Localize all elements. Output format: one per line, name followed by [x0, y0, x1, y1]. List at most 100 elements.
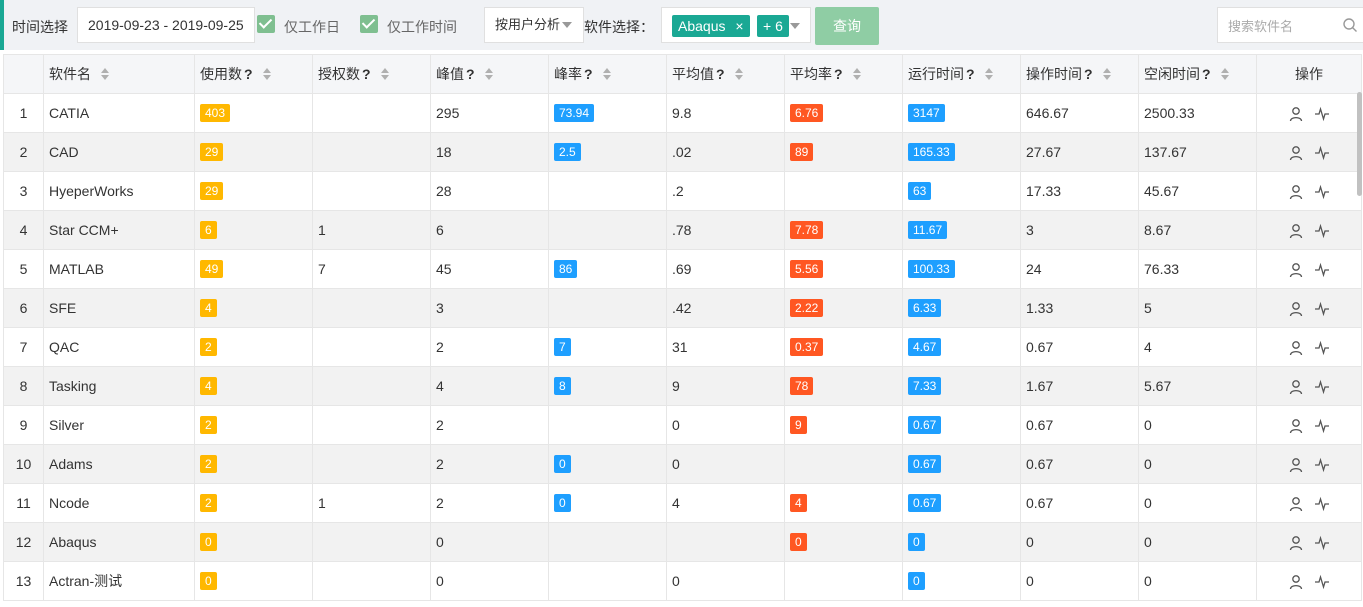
date-range-input[interactable]: 2019-09-23 - 2019-09-25 [77, 7, 255, 43]
col-label: 平均值 [672, 66, 714, 82]
help-icon[interactable]: ? [584, 66, 593, 82]
sort-icon[interactable] [734, 68, 743, 80]
pulse-chart-icon[interactable] [1314, 574, 1330, 590]
pulse-chart-icon[interactable] [1314, 184, 1330, 200]
pulse-chart-icon[interactable] [1314, 262, 1330, 278]
pulse-chart-icon[interactable] [1314, 457, 1330, 473]
col-average-rate[interactable]: 平均率? [784, 54, 903, 94]
user-icon[interactable] [1288, 223, 1304, 239]
table-row[interactable]: 13 Actran-测试 0 0 0 0 0 0 [3, 561, 1362, 601]
table-row[interactable]: 6 SFE 4 3 .42 2.22 6.33 1.33 5 [3, 288, 1362, 328]
table-row[interactable]: 2 CAD 29 18 2.5 .02 89 165.33 27.67 137.67 [3, 132, 1362, 172]
op-time-cell: 3 [1020, 210, 1139, 250]
user-icon[interactable] [1288, 301, 1304, 317]
op-time-cell: 1.67 [1020, 366, 1139, 406]
user-icon[interactable] [1288, 145, 1304, 161]
help-icon[interactable]: ? [716, 66, 725, 82]
table-row[interactable]: 3 HyeperWorks 29 28 .2 63 17.33 45.67 [3, 171, 1362, 211]
user-icon[interactable] [1288, 496, 1304, 512]
col-op-time[interactable]: 操作时间? [1020, 54, 1139, 94]
run-time-cell: 0.67 [902, 444, 1021, 484]
vertical-scrollbar[interactable] [1357, 92, 1362, 196]
col-idle-time[interactable]: 空闲时间? [1138, 54, 1257, 94]
user-icon[interactable] [1288, 535, 1304, 551]
table-row[interactable]: 10 Adams 2 2 0 0 0.67 0.67 0 [3, 444, 1362, 484]
user-icon[interactable] [1288, 106, 1304, 122]
sort-icon[interactable] [262, 68, 271, 80]
help-icon[interactable]: ? [244, 66, 253, 82]
software-name: Silver [43, 405, 195, 445]
help-icon[interactable]: ? [1084, 66, 1093, 82]
user-icon[interactable] [1288, 418, 1304, 434]
chevron-down-icon[interactable] [562, 22, 572, 28]
sort-icon[interactable] [1220, 68, 1229, 80]
run-time-cell: 165.33 [902, 132, 1021, 172]
help-icon[interactable]: ? [362, 66, 371, 82]
sort-icon[interactable] [602, 68, 611, 80]
pulse-chart-icon[interactable] [1314, 145, 1330, 161]
row-index: 7 [3, 327, 44, 367]
col-usage[interactable]: 使用数? [194, 54, 313, 94]
peak-rate-cell: 8 [548, 366, 667, 406]
chevron-down-icon[interactable] [790, 23, 800, 29]
table-row[interactable]: 5 MATLAB 49 7 45 86 .69 5.56 100.33 24 76.33 [3, 249, 1362, 289]
average-cell: .78 [666, 210, 785, 250]
pulse-chart-icon[interactable] [1314, 223, 1330, 239]
sort-icon[interactable] [1102, 68, 1111, 80]
search-input[interactable] [1226, 9, 1340, 43]
col-software-name[interactable]: 软件名 [43, 54, 195, 94]
table-row[interactable]: 11 Ncode 2 1 2 0 4 4 0.67 0.67 0 [3, 483, 1362, 523]
workday-checkbox-label[interactable]: 仅工作日 [284, 17, 340, 37]
col-auth[interactable]: 授权数? [312, 54, 431, 94]
help-icon[interactable]: ? [834, 66, 843, 82]
user-icon[interactable] [1288, 340, 1304, 356]
close-icon[interactable]: × [735, 18, 743, 34]
value-badge: 3147 [908, 104, 945, 122]
sort-icon[interactable] [101, 68, 109, 80]
table-row[interactable]: 1 CATIA 403 295 73.94 9.8 6.76 3147 646.67 2500.3… [3, 93, 1362, 133]
user-icon[interactable] [1288, 574, 1304, 590]
peak-cell: 3 [430, 288, 549, 328]
table-row[interactable]: 8 Tasking 4 4 8 9 78 7.33 1.67 5.67 [3, 366, 1362, 406]
search-icon[interactable] [1342, 17, 1358, 33]
col-average[interactable]: 平均值? [666, 54, 785, 94]
help-icon[interactable]: ? [1202, 66, 1211, 82]
pulse-chart-icon[interactable] [1314, 535, 1330, 551]
table-row[interactable]: 4 Star CCM+ 6 1 6.78 7.78 11.67 3 8.67 [3, 210, 1362, 250]
peak-rate-cell [548, 171, 667, 211]
worktime-checkbox-icon[interactable] [360, 15, 378, 33]
user-icon[interactable] [1288, 457, 1304, 473]
sort-icon[interactable] [484, 68, 493, 80]
query-button[interactable]: 查询 [815, 7, 879, 45]
sort-icon[interactable] [380, 68, 389, 80]
pulse-chart-icon[interactable] [1314, 301, 1330, 317]
worktime-checkbox-label[interactable]: 仅工作时间 [387, 17, 457, 37]
pulse-chart-icon[interactable] [1314, 340, 1330, 356]
col-peak[interactable]: 峰值? [430, 54, 549, 94]
pulse-chart-icon[interactable] [1314, 106, 1330, 122]
table-row[interactable]: 12 Abaqus 0 0 0 0 0 0 [3, 522, 1362, 562]
software-multi-select[interactable]: Abaqus × + 6 [661, 7, 811, 43]
software-tag-more[interactable]: + 6 [757, 15, 789, 37]
help-icon[interactable]: ? [466, 66, 475, 82]
user-icon[interactable] [1288, 379, 1304, 395]
col-peak-rate[interactable]: 峰率? [548, 54, 667, 94]
workday-checkbox-icon[interactable] [257, 15, 275, 33]
user-icon[interactable] [1288, 184, 1304, 200]
pulse-chart-icon[interactable] [1314, 379, 1330, 395]
average-rate-cell: 0 [784, 522, 903, 562]
value-badge: 0 [554, 494, 571, 512]
user-icon[interactable] [1288, 262, 1304, 278]
table-row[interactable]: 9 Silver 2 2 0 9 0.67 0.67 0 [3, 405, 1362, 445]
sort-icon[interactable] [852, 68, 861, 80]
pulse-chart-icon[interactable] [1314, 418, 1330, 434]
peak-rate-cell: 2.5 [548, 132, 667, 172]
sort-icon[interactable] [984, 68, 993, 80]
help-icon[interactable]: ? [966, 66, 975, 82]
idle-time-cell: 0 [1138, 561, 1257, 601]
pulse-chart-icon[interactable] [1314, 496, 1330, 512]
table-row[interactable]: 7 QAC 2 2 7 31 0.37 4.67 0.67 4 [3, 327, 1362, 367]
actions-cell [1256, 405, 1362, 445]
col-run-time[interactable]: 运行时间? [902, 54, 1021, 94]
actions-cell [1256, 93, 1362, 133]
